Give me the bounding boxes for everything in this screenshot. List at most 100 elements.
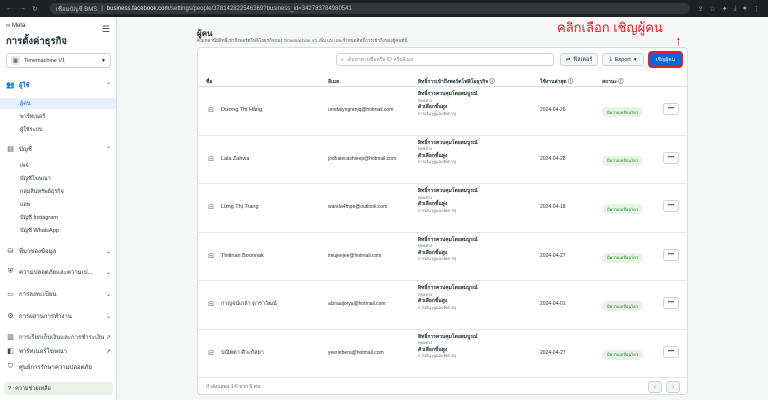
sidebar-item-asset-groups[interactable]: กลุ่มสินทรัพย์ธุรกิจ — [0, 186, 116, 197]
sidebar-item-ad-accounts[interactable]: บัญชีโฆษณา — [0, 173, 116, 184]
person-icon: ⊟ — [208, 155, 214, 163]
person-cell[interactable]: ⊟ Dương Thị Hằng — [206, 105, 262, 115]
prev-page-button[interactable]: ‹ — [648, 381, 662, 393]
sidebar-section-integrations[interactable]: ⚙ การผสานการทำงาน ⌄ — [0, 310, 116, 322]
status-badge: มีความเคลื่อนไหว — [602, 301, 643, 311]
people-table-card: ⌕ ค้นหาตามชื่อหรือ ID หรืออีเมล ⇌ ฟิลเตอ… — [197, 47, 688, 395]
person-cell[interactable]: ⊟ Lala Zahwa — [206, 154, 249, 164]
integrations-icon: ⚙ — [7, 313, 14, 320]
registration-icon: ▭ — [7, 291, 14, 298]
info-icon: ⓘ — [568, 79, 574, 85]
main-content: ผู้คน คนเหล่านี้มีสิทธิ์เข้าถึงพอร์ตโฟลิ… — [117, 17, 768, 400]
annotation-arrow-icon: ↑ — [675, 33, 682, 48]
more-options-button[interactable]: ••• — [663, 151, 679, 164]
account-name: Timemachine V1 — [24, 57, 66, 64]
chevron-down-icon: ▼ — [101, 57, 106, 64]
more-options-button[interactable]: ••• — [663, 345, 679, 358]
person-email: jodhaiecashieep@hotmail.com — [328, 155, 397, 162]
table-row[interactable]: ⊟ Lala Zahwa jodhaiecashieep@hotmail.com สิ… — [198, 136, 687, 184]
person-icon: ⊟ — [208, 107, 214, 114]
status-badge: มีความเคลื่อนไหว — [602, 155, 643, 166]
search-input[interactable]: ⌕ ค้นหาตามชื่อหรือ ID หรืออีเมล — [336, 53, 554, 66]
reload-icon[interactable]: ↻ — [32, 5, 38, 13]
download-icon[interactable]: ⤓ — [734, 5, 737, 13]
last-active: 2024-04-27 — [540, 349, 566, 356]
security-center-icon: ⛉ — [7, 363, 14, 370]
forward-icon[interactable]: → — [19, 5, 26, 13]
col-name[interactable]: ชื่อ — [206, 78, 212, 86]
person-cell[interactable]: ⊟ ปณิตตา ศิวะกัลยา — [206, 348, 264, 358]
sidebar: ∞ Meta ☰ การตั้งค่าธุรกิจ ▦ Timemachine … — [0, 17, 117, 400]
search-icon: ⌕ — [341, 56, 344, 63]
more-icon: ••• — [667, 203, 675, 209]
sidebar-section-users[interactable]: 👥 ผู้ใช้ ⌃ — [0, 79, 116, 91]
export-button[interactable]: ⤓ Export ▾ — [602, 53, 644, 66]
col-email[interactable]: อีเมล — [328, 78, 339, 86]
sidebar-item-apps[interactable]: แอพ — [0, 199, 116, 210]
more-menu-icon[interactable]: ⋮ — [753, 5, 760, 13]
more-options-button[interactable]: ••• — [663, 200, 679, 212]
more-options-button[interactable]: ••• — [663, 103, 679, 115]
next-page-button[interactable]: › — [666, 381, 680, 393]
status-badge: มีความเคลื่อนไหว — [602, 349, 643, 360]
table-row[interactable]: ⊟ ปณิตตา ศิวะกัลยา yeeriebera@hotmail.com ส… — [198, 330, 687, 378]
col-last-active[interactable]: ใช้งานล่าสุด ⓘ — [540, 78, 573, 86]
sidebar-item-partners[interactable]: พาร์ทเนอร์ — [0, 111, 116, 122]
access-cell: สิทธิ์การควบคุมโดยสมบูรณ์ ทุกอย่าง ตัวเลือ… — [418, 285, 478, 310]
person-name: Lừng Thị Trang — [221, 204, 259, 210]
sidebar-section-security[interactable]: ⛨ ความปลอดภัยและความเป... ⌄ — [0, 266, 116, 278]
page-subtitle: คนเหล่านี้มีสิทธิ์เข้าถึงพอร์ตโฟลิโอธุรก… — [197, 38, 408, 43]
external-link-icon: ↗ — [105, 348, 111, 355]
sidebar-item-system-users[interactable]: ผู้ใช้ระบบ — [0, 124, 116, 135]
sidebar-link-security-center[interactable]: ⛉ ศูนย์การรักษาความปลอดภัย — [0, 361, 116, 373]
url-host: business.facebook.com — [106, 5, 170, 12]
table-row[interactable]: ⊟ Thitinan Boonnak imujeejee@hotmail.com สิ… — [198, 233, 687, 281]
browser-extensions: ⇪ ☆ ✦ ⤓ ● ⋮ — [690, 5, 768, 13]
account-avatar: ▦ — [11, 56, 20, 65]
share-icon[interactable]: ⇪ — [698, 5, 704, 13]
table-row[interactable]: ⊟ Dương Thị Hằng urretaiyngrenjq@hotmail.c… — [198, 87, 687, 136]
profile-icon[interactable]: ● — [743, 5, 747, 13]
page-frame: ∞ Meta ☰ การตั้งค่าธุรกิจ ▦ Timemachine … — [0, 17, 768, 400]
person-name: Dương Thị Hằng — [221, 107, 263, 113]
table-row[interactable]: ⊟ Lừng Thị Trang wanda4fnpe@outlook.com สิท… — [198, 184, 687, 233]
sidebar-item-instagram[interactable]: บัญชี Instagram — [0, 212, 116, 223]
shield-icon: ⛨ — [7, 268, 14, 275]
more-options-button[interactable]: ••• — [663, 248, 679, 261]
sidebar-item-whatsapp[interactable]: บัญชี WhatsApp — [0, 225, 116, 236]
sidebar-section-accounts[interactable]: ▤ บัญชี ⌃ — [0, 143, 116, 155]
sidebar-link-ad-partners[interactable]: ◧ พาร์ทเนอร์โฆษณา ↗ — [0, 345, 116, 357]
col-status[interactable]: สถานะ ⓘ — [602, 78, 623, 86]
status-badge: มีความเคลื่อนไหว — [602, 204, 643, 214]
sidebar-item-people[interactable]: ผู้คน — [0, 98, 116, 109]
chevron-down-icon: ⌄ — [105, 313, 111, 320]
filter-icon: ⇌ — [565, 56, 571, 63]
sidebar-item-pages[interactable]: เพจ — [0, 160, 116, 171]
person-cell[interactable]: ⊟ Lừng Thị Trang — [206, 202, 259, 212]
person-name: กาญจน์เกล้า ดาราวัฒน์ — [221, 301, 277, 307]
sidebar-section-data-sources[interactable]: ⛁ ที่มาของข้อมูล ⌄ — [0, 245, 116, 257]
col-access[interactable]: สิทธิ์การเข้าถึงพอร์ตโฟลิโอธุรกิจ ⓘ — [418, 78, 495, 86]
address-bar[interactable]: เชื่อมบัญชี BMS | business.facebook.com … — [49, 3, 690, 14]
sidebar-link-billing[interactable]: ▥ การเรียกเก็บเงินและการชำระเงิน ↗ — [0, 331, 116, 343]
help-button[interactable]: ? ความช่วยเหลือ — [4, 382, 113, 395]
invite-people-button[interactable]: เชิญผู้คน — [648, 51, 683, 68]
more-options-button[interactable]: ••• — [663, 297, 679, 309]
person-email: imujeejee@hotmail.com — [328, 252, 382, 259]
person-cell[interactable]: ⊟ กาญจน์เกล้า ดาราวัฒน์ — [206, 299, 277, 309]
hamburger-icon[interactable]: ☰ — [102, 24, 110, 35]
sidebar-section-registration[interactable]: ▭ การลงทะเบียน ⌄ — [0, 288, 116, 300]
star-icon[interactable]: ☆ — [710, 5, 716, 13]
table-row[interactable]: ⊟ กาญจน์เกล้า ดาราวัฒน์ alzraaljorya@hotma… — [198, 281, 687, 330]
person-cell[interactable]: ⊟ Thitinan Boonnak — [206, 251, 264, 261]
person-icon: ⊟ — [208, 204, 214, 211]
sidebar-title: การตั้งค่าธุรกิจ — [6, 36, 67, 47]
filter-button[interactable]: ⇌ ฟิลเตอร์ — [560, 53, 598, 66]
back-icon[interactable]: ← — [6, 5, 13, 13]
chevron-down-icon: ⌄ — [105, 269, 111, 276]
extensions-icon[interactable]: ✦ — [722, 5, 728, 13]
access-cell: สิทธิ์การควบคุมโดยสมบูรณ์ ทุกอย่าง ตัวเลือ… — [418, 91, 478, 116]
account-selector[interactable]: ▦ Timemachine V1 ▼ — [6, 53, 111, 68]
access-cell: สิทธิ์การควบคุมโดยสมบูรณ์ ทุกอย่าง ตัวเลือ… — [418, 139, 478, 165]
tab-name: เชื่อมบัญชี BMS — [55, 6, 98, 13]
